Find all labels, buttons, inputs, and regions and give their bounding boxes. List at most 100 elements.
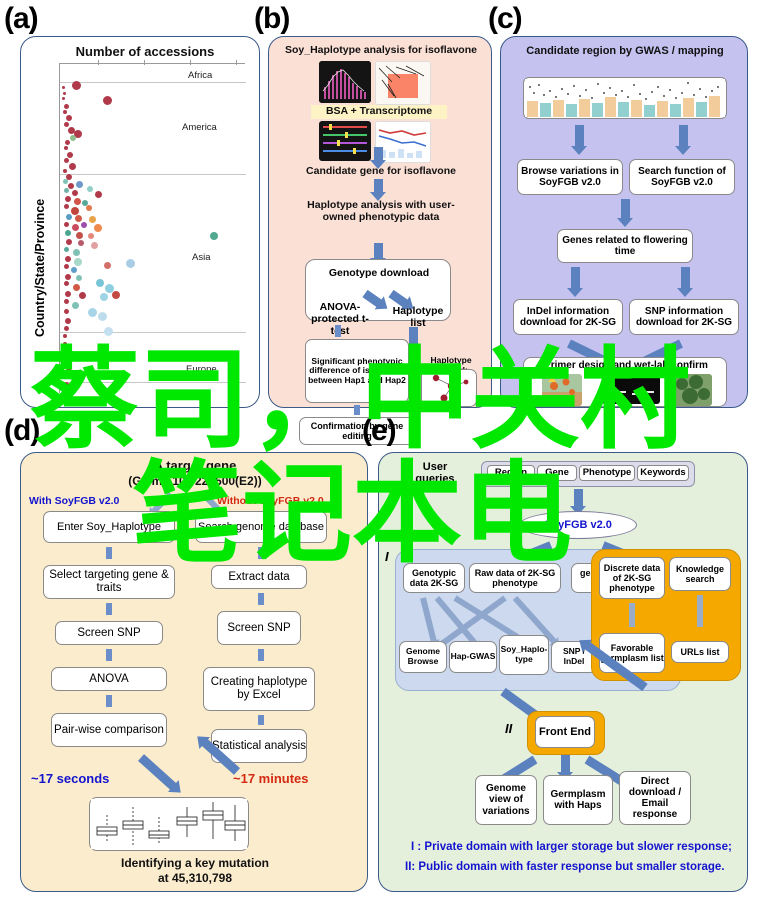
x-tick (236, 60, 237, 65)
statistical-analysis-label: Statistical analysis (212, 739, 306, 752)
arrow-merge-left (137, 754, 177, 791)
query-chip-keywords-label: Keywords (640, 466, 686, 478)
screen-snp-left-label: Screen SNP (77, 626, 141, 639)
search-function-node[interactable]: Search function of SoyFGB v2.0 (629, 159, 735, 195)
front-end-node[interactable]: Front End (535, 716, 595, 748)
time-right-label: ~17 minutes (233, 771, 309, 786)
gridline (60, 82, 246, 83)
watermark-line-2: 笔记本电 (132, 450, 572, 578)
arrow-down (258, 593, 264, 605)
legend-public: II: Public domain with faster response b… (405, 861, 725, 873)
genome-browse-node[interactable]: Genome Browse (399, 641, 447, 673)
direct-download-node[interactable]: Direct download / Email response (619, 771, 691, 825)
knowledge-search-node[interactable]: Knowledge search (669, 557, 731, 591)
discrete-phenotype-node[interactable]: Discrete data of 2K-SG phenotype (599, 557, 665, 599)
arrow-down (106, 649, 112, 661)
panel-d-footer-line2: at 45,310,798 (157, 871, 233, 885)
urls-list-node[interactable]: URLs list (671, 641, 729, 663)
germplasm-haps-node[interactable]: Germplasm with Haps (543, 775, 613, 825)
manhattan-plot-thumbnail (523, 77, 727, 119)
screen-snp-right-label: Screen SNP (227, 621, 291, 634)
arrow-down (370, 243, 386, 267)
haplotype-analysis-label: Haplotype analysis with user-owned pheno… (307, 199, 455, 224)
front-end-label: Front End (539, 725, 591, 738)
indel-download-node[interactable]: InDel information download for 2K-SG (513, 299, 623, 335)
continent-label-america: America (182, 122, 217, 133)
panel-a-y-axis-label: Country/State/Province (33, 198, 47, 337)
arrow-down (629, 603, 635, 627)
arrow-down (570, 489, 586, 515)
panel-d-footer-line1: Identifying a key mutation (120, 856, 270, 870)
figure-root: (a) Number of accessions Country/State/P… (0, 0, 757, 911)
arrow-down (617, 199, 633, 227)
pairwise-comparison-node[interactable]: Pair-wise comparison (51, 713, 167, 747)
snp-download-node[interactable]: SNP information download for 2K-SG (629, 299, 739, 335)
bsa-plot-thumbnail (319, 61, 371, 103)
urls-list-label: URLs list (680, 646, 720, 657)
haplotype-list-label: Haplotype list (392, 305, 444, 329)
search-function-label: Search function of SoyFGB v2.0 (638, 165, 726, 188)
panel-letter-c: (c) (488, 2, 523, 35)
arrow-down (675, 125, 691, 155)
hap-gwas-node[interactable]: Hap-GWAS (449, 641, 497, 673)
continent-label-africa: Africa (188, 70, 213, 81)
query-chip-phenotype-label: Phenotype (582, 466, 632, 478)
genotype-download-label: Genotype download (328, 267, 430, 279)
soy-haplotype-label: Soy_Haplo-type (500, 644, 548, 664)
screen-snp-right-node[interactable]: Screen SNP (217, 611, 301, 645)
anova-label: ANOVA (89, 672, 129, 685)
screen-snp-left-node[interactable]: Screen SNP (55, 621, 163, 645)
direct-download-label: Direct download / Email response (628, 775, 682, 821)
genes-flowering-label: Genes related to flowering time (562, 234, 688, 257)
genes-flowering-node: Genes related to flowering time (557, 229, 693, 263)
with-soyfgb-label: With SoyFGB v2.0 (29, 495, 120, 507)
browse-variations-label: Browse variations in SoyFGB v2.0 (521, 165, 619, 188)
query-chip-keywords[interactable]: Keywords (637, 465, 689, 481)
x-tick (98, 60, 99, 65)
panel-a-title: Number of accessions (75, 44, 215, 59)
soy-haplotype-node[interactable]: Soy_Haplo-type (499, 635, 549, 675)
gridline (60, 174, 246, 175)
bsa-label: BSA + Transcriptome (325, 105, 433, 117)
legend-private: I : Private domain with larger storage b… (411, 841, 732, 853)
time-left-label: ~17 seconds (31, 771, 110, 786)
creating-haplotype-excel-label: Creating haplotype by Excel (210, 676, 308, 701)
gridline (60, 332, 246, 333)
x-tick (190, 60, 191, 65)
roman-numeral-two: II (505, 721, 513, 736)
arrow-output-center (557, 755, 573, 781)
arrow-down (106, 695, 112, 707)
arrow-down (697, 595, 703, 627)
watermark-line-1: 蔡司，中关村 (30, 336, 690, 464)
snp-download-label: SNP information download for 2K-SG (635, 305, 733, 328)
panel-c-title: Candidate region by GWAS / mapping (526, 45, 724, 57)
germplasm-haps-label: Germplasm with Haps (550, 788, 606, 811)
expression-thumbnail (375, 121, 431, 163)
arrow-down (370, 179, 386, 201)
arrow-down (106, 547, 112, 559)
creating-haplotype-excel-node[interactable]: Creating haplotype by Excel (203, 667, 315, 711)
arrow-down (571, 125, 587, 155)
discrete-phenotype-label: Discrete data of 2K-SG phenotype (603, 562, 661, 594)
browse-variations-node[interactable]: Browse variations in SoyFGB v2.0 (517, 159, 623, 195)
continent-label-asia: Asia (192, 252, 211, 263)
knowledge-search-label: Knowledge search (675, 563, 724, 584)
transcriptome-thumbnail (375, 61, 431, 105)
genome-view-node[interactable]: Genome view of variations (475, 775, 537, 825)
pairwise-comparison-label: Pair-wise comparison (54, 723, 164, 736)
arrow-down (106, 603, 112, 615)
genome-browse-label: Genome Browse (405, 646, 440, 666)
genome-view-label: Genome view of variations (482, 783, 530, 817)
panel-letter-a: (a) (4, 2, 39, 35)
arrow-down (258, 715, 264, 725)
boxplot-thumbnail (89, 797, 249, 851)
anova-node[interactable]: ANOVA (51, 667, 167, 691)
hap-gwas-label: Hap-GWAS (450, 651, 496, 662)
indel-download-label: InDel information download for 2K-SG (519, 305, 617, 328)
arrow-down (370, 147, 386, 169)
panel-b-title: Soy_Haplotype analysis for isoflavone (285, 44, 477, 56)
query-chip-phenotype[interactable]: Phenotype (579, 465, 635, 481)
panel-letter-b: (b) (254, 2, 290, 35)
arrow-down (677, 267, 693, 297)
x-tick (144, 60, 145, 65)
